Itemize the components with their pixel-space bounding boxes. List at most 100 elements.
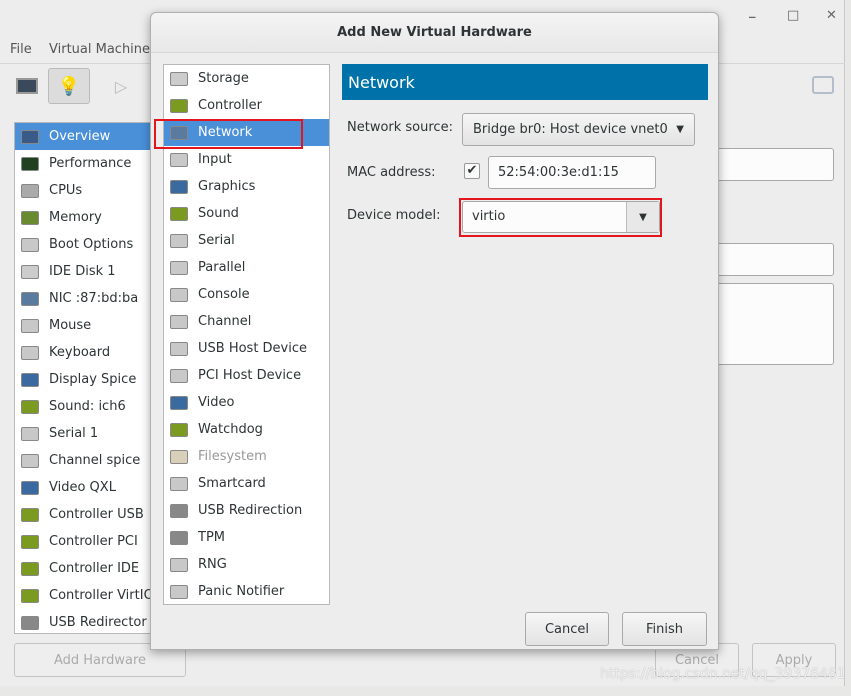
bg-textarea[interactable] xyxy=(700,283,834,365)
network-source-value: Bridge br0: Host device vnet0 xyxy=(473,122,668,137)
minimize-button[interactable]: _ xyxy=(749,4,756,19)
hardware-type-serial[interactable]: Serial xyxy=(164,227,329,254)
sidebar-item-controller-virtio[interactable]: Controller VirtIO xyxy=(15,582,153,609)
close-button[interactable]: ✕ xyxy=(826,8,837,23)
item-label: Keyboard xyxy=(49,345,111,360)
mouse-icon xyxy=(168,151,190,169)
controller-icon xyxy=(19,560,41,578)
play-icon: ▷ xyxy=(114,76,128,96)
console-button[interactable] xyxy=(6,68,48,104)
maximize-button[interactable]: □ xyxy=(787,8,799,23)
resize-icon[interactable] xyxy=(812,76,834,94)
network-icon xyxy=(19,290,41,308)
item-label: Controller VirtIO xyxy=(49,588,154,603)
item-label: USB Host Device xyxy=(198,341,308,356)
item-label: Performance xyxy=(49,156,132,171)
item-label: Smartcard xyxy=(198,476,266,491)
sidebar-item-keyboard[interactable]: Keyboard xyxy=(15,339,153,366)
item-label: Parallel xyxy=(198,260,246,275)
hardware-type-smartcard[interactable]: Smartcard xyxy=(164,470,329,497)
channel-icon xyxy=(19,452,41,470)
video-icon xyxy=(19,479,41,497)
hardware-type-controller[interactable]: Controller xyxy=(164,92,329,119)
sidebar-item-overview[interactable]: Overview xyxy=(15,123,153,150)
checkmark-icon: ✔ xyxy=(466,163,478,178)
mac-checkbox[interactable]: ✔ xyxy=(464,163,480,179)
device-model-label: Device model: xyxy=(347,208,441,223)
hardware-type-sound[interactable]: Sound xyxy=(164,200,329,227)
controller-icon xyxy=(168,97,190,115)
menu-virtual-machine[interactable]: Virtual Machine xyxy=(49,42,150,57)
sidebar-item-memory[interactable]: Memory xyxy=(15,204,153,231)
item-label: IDE Disk 1 xyxy=(49,264,116,279)
sidebar-item-sound-ich6[interactable]: Sound: ich6 xyxy=(15,393,153,420)
controller-icon xyxy=(19,506,41,524)
sidebar-item-controller-usb[interactable]: Controller USB xyxy=(15,501,153,528)
network-source-dropdown[interactable]: Bridge br0: Host device vnet0 ▼ xyxy=(462,113,695,146)
performance-icon xyxy=(19,155,41,173)
hardware-type-storage[interactable]: Storage xyxy=(164,65,329,92)
video-icon xyxy=(168,394,190,412)
hardware-type-watchdog[interactable]: Watchdog xyxy=(164,416,329,443)
hardware-type-rng[interactable]: RNG xyxy=(164,551,329,578)
dialog-title: Add New Virtual Hardware xyxy=(151,13,718,53)
hardware-type-video[interactable]: Video xyxy=(164,389,329,416)
item-label: Channel xyxy=(198,314,252,329)
hardware-type-console[interactable]: Console xyxy=(164,281,329,308)
sidebar-item-usb-redirector[interactable]: USB Redirector xyxy=(15,609,153,633)
item-label: Channel spice xyxy=(49,453,141,468)
item-label: Overview xyxy=(49,129,111,144)
sidebar-item-display-spice[interactable]: Display Spice xyxy=(15,366,153,393)
details-button[interactable]: 💡 xyxy=(48,68,90,104)
hardware-type-usb-redirection[interactable]: USB Redirection xyxy=(164,497,329,524)
item-label: USB Redirection xyxy=(198,503,303,518)
watchdog-icon xyxy=(168,421,190,439)
run-button[interactable]: ▷ xyxy=(100,68,142,104)
pci-device-icon xyxy=(168,367,190,385)
sidebar-item-serial-1[interactable]: Serial 1 xyxy=(15,420,153,447)
add-hardware-dialog: Add New Virtual Hardware Storage Controll… xyxy=(150,12,719,650)
hardware-type-graphics[interactable]: Graphics xyxy=(164,173,329,200)
hardware-type-filesystem[interactable]: Filesystem xyxy=(164,443,329,470)
hardware-type-parallel[interactable]: Parallel xyxy=(164,254,329,281)
controller-icon xyxy=(19,533,41,551)
sidebar-item-mouse[interactable]: Mouse xyxy=(15,312,153,339)
hardware-type-panic-notifier[interactable]: Panic Notifier xyxy=(164,578,329,605)
sidebar-item-performance[interactable]: Performance xyxy=(15,150,153,177)
finish-button[interactable]: Finish xyxy=(622,612,707,646)
serial-icon xyxy=(168,232,190,250)
hardware-type-pci-host-device[interactable]: PCI Host Device xyxy=(164,362,329,389)
hardware-type-tpm[interactable]: TPM xyxy=(164,524,329,551)
item-label: Memory xyxy=(49,210,102,225)
menu-file[interactable]: File xyxy=(10,42,32,57)
channel-icon xyxy=(168,313,190,331)
sidebar-item-boot-options[interactable]: Boot Options xyxy=(15,231,153,258)
item-label: USB Redirector xyxy=(49,615,147,630)
sidebar-item-controller-pci[interactable]: Controller PCI xyxy=(15,528,153,555)
network-source-label: Network source: xyxy=(347,120,453,135)
item-label: Serial xyxy=(198,233,235,248)
sidebar-item-nic-87-bd-ba[interactable]: NIC :87:bd:ba xyxy=(15,285,153,312)
item-label: Filesystem xyxy=(198,449,267,464)
sidebar-item-channel-spice[interactable]: Channel spice xyxy=(15,447,153,474)
mouse-icon xyxy=(19,317,41,335)
memory-icon xyxy=(19,209,41,227)
item-label: Console xyxy=(198,287,250,302)
hardware-type-channel[interactable]: Channel xyxy=(164,308,329,335)
item-label: Boot Options xyxy=(49,237,134,252)
usb-icon xyxy=(19,614,41,632)
bg-field[interactable] xyxy=(700,148,834,181)
hardware-type-input[interactable]: Input xyxy=(164,146,329,173)
sidebar-item-controller-ide[interactable]: Controller IDE xyxy=(15,555,153,582)
item-label: Watchdog xyxy=(198,422,263,437)
item-label: CPUs xyxy=(49,183,83,198)
sidebar-item-ide-disk-1[interactable]: IDE Disk 1 xyxy=(15,258,153,285)
parallel-icon xyxy=(168,259,190,277)
hardware-type-usb-host-device[interactable]: USB Host Device xyxy=(164,335,329,362)
sidebar-item-cpus[interactable]: CPUs xyxy=(15,177,153,204)
bg-field[interactable] xyxy=(700,243,834,276)
cancel-button[interactable]: Cancel xyxy=(525,612,609,646)
mac-address-input[interactable]: 52:54:00:3e:d1:15 xyxy=(488,156,656,189)
sidebar-item-video-qxl[interactable]: Video QXL xyxy=(15,474,153,501)
watermark: https://blog.csdn.net/qq_39376481 xyxy=(600,666,846,682)
